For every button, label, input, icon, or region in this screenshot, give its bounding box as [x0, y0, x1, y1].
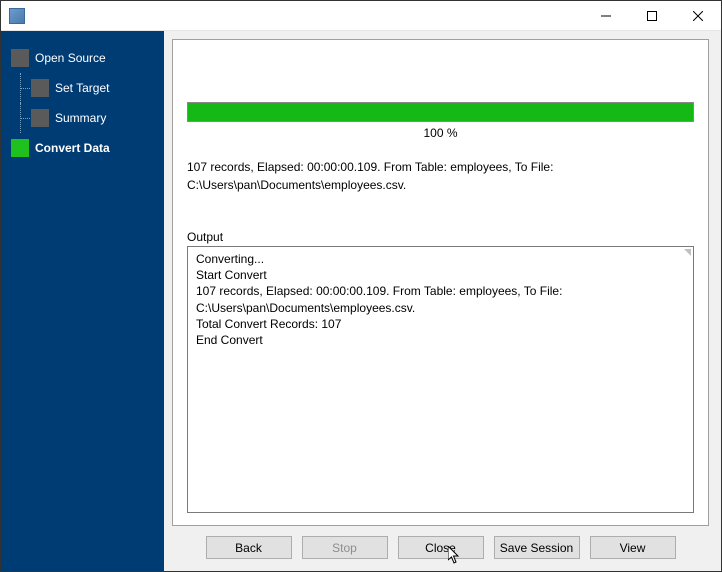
output-line: End Convert — [196, 332, 685, 348]
maximize-button[interactable] — [629, 1, 675, 31]
progress-percent: 100 % — [187, 126, 694, 140]
main-area: 100 % 107 records, Elapsed: 00:00:00.109… — [164, 31, 721, 571]
nav-open-source[interactable]: Open Source — [1, 43, 164, 73]
nav-label: Convert Data — [35, 141, 110, 155]
nav-label: Set Target — [55, 81, 109, 95]
step-icon — [11, 49, 29, 67]
titlebar — [1, 1, 721, 31]
wizard-button-row: Back Stop Close Save Session View — [172, 526, 709, 563]
step-icon — [11, 139, 29, 157]
output-label: Output — [187, 230, 694, 244]
nav-label: Summary — [55, 111, 106, 125]
nav-summary[interactable]: Summary — [1, 103, 164, 133]
close-button[interactable]: Close — [398, 536, 484, 559]
output-line: Start Convert — [196, 267, 685, 283]
progress-bar — [187, 102, 694, 122]
stop-button: Stop — [302, 536, 388, 559]
output-line: Total Convert Records: 107 — [196, 316, 685, 332]
nav-set-target[interactable]: Set Target — [1, 73, 164, 103]
scroll-hint-icon — [684, 249, 691, 256]
window-close-button[interactable] — [675, 1, 721, 31]
save-session-button[interactable]: Save Session — [494, 536, 580, 559]
output-line: 107 records, Elapsed: 00:00:00.109. From… — [196, 283, 685, 315]
minimize-button[interactable] — [583, 1, 629, 31]
nav-label: Open Source — [35, 51, 106, 65]
content-panel: 100 % 107 records, Elapsed: 00:00:00.109… — [172, 39, 709, 526]
status-text: 107 records, Elapsed: 00:00:00.109. From… — [187, 158, 694, 194]
nav-convert-data[interactable]: Convert Data — [1, 133, 164, 163]
view-button[interactable]: View — [590, 536, 676, 559]
step-icon — [31, 79, 49, 97]
back-button[interactable]: Back — [206, 536, 292, 559]
step-icon — [31, 109, 49, 127]
wizard-sidebar: Open Source Set Target Summary Convert D… — [1, 31, 164, 571]
app-icon — [9, 8, 25, 24]
output-textbox[interactable]: Converting...Start Convert107 records, E… — [187, 246, 694, 513]
output-line: Converting... — [196, 251, 685, 267]
